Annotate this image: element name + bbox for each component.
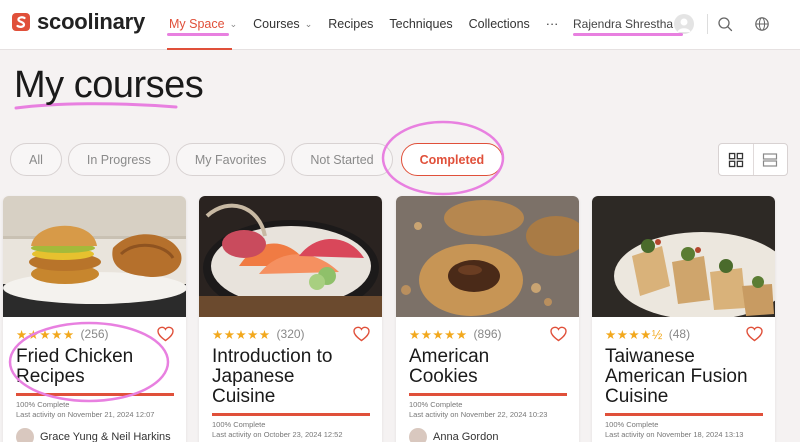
nav-techniques-label: Techniques (389, 17, 453, 31)
author-avatar (16, 428, 34, 442)
course-card[interactable]: ★★★★½ (48) Taiwanese American Fusion Cui… (592, 196, 775, 442)
last-activity: Last activity on November 21, 2024 12:07 (16, 410, 155, 419)
course-title: Introduction to Japanese Cuisine (212, 347, 370, 407)
user-avatar-icon[interactable] (674, 14, 694, 34)
list-view-button[interactable] (752, 144, 788, 175)
review-count: (896) (473, 327, 502, 341)
nav-collections[interactable]: Collections (469, 17, 530, 31)
last-activity: Last activity on November 22, 2024 10:23 (409, 410, 548, 419)
grid-view-button[interactable] (719, 144, 753, 175)
author-name: Anna Gordon (433, 431, 499, 442)
nav-my-space[interactable]: My Space ⌄ (169, 17, 237, 31)
heart-icon[interactable] (550, 326, 567, 342)
user-name[interactable]: Rajendra Shrestha (573, 17, 673, 31)
course-image (592, 196, 775, 317)
more-icon: ··· (545, 17, 559, 31)
course-author: Anna Gordon (409, 428, 567, 442)
rating-row: ★★★★½ (48) (605, 325, 763, 343)
globe-icon[interactable] (754, 16, 770, 32)
course-image (3, 196, 186, 317)
star-rating: ★★★★★ (212, 327, 271, 342)
course-title-line: American Fusion (605, 366, 748, 387)
rating-row: ★★★★★ (896) (409, 325, 567, 343)
grid-view-icon (728, 152, 743, 167)
logo-icon (12, 13, 30, 31)
progress-bar (605, 413, 763, 416)
logo-text: scoolinary (37, 9, 146, 34)
nav-courses-label: Courses (253, 17, 300, 31)
page-title: My courses (14, 64, 204, 106)
list-view-icon (763, 152, 778, 167)
course-title-line: Introduction to (212, 346, 333, 367)
filter-in-progress[interactable]: In Progress (67, 143, 170, 176)
course-card[interactable]: ★★★★★ (896) American Cookies 100% Comple… (396, 196, 579, 442)
completion-status: 100% Complete (409, 400, 463, 409)
course-author: Grace Yung & Neil Harkins (16, 428, 174, 442)
review-count: (48) (668, 327, 691, 341)
progress-bar (409, 393, 567, 396)
course-title-line: Taiwanese (605, 346, 695, 367)
author-avatar (409, 428, 427, 442)
heart-icon[interactable] (353, 326, 370, 342)
logo[interactable]: scoolinary (10, 9, 145, 35)
course-card[interactable]: ★★★★★ (320) Introduction to Japanese Cui… (199, 196, 382, 442)
nav-recipes-label: Recipes (328, 17, 374, 31)
course-image (199, 196, 382, 317)
course-title: American Cookies (409, 347, 567, 387)
filter-all[interactable]: All (10, 143, 62, 176)
nav-courses[interactable]: Courses ⌄ (253, 17, 312, 31)
card-body: ★★★★★ (320) Introduction to Japanese Cui… (212, 325, 370, 440)
annotation-underline (573, 33, 683, 36)
nav-recipes[interactable]: Recipes (328, 17, 373, 31)
last-activity: Last activity on November 18, 2024 13:13 (605, 430, 744, 439)
view-toggle (718, 143, 788, 176)
rating-row: ★★★★★ (320) (212, 325, 370, 343)
review-count: (320) (276, 327, 305, 341)
nav-my-space-label: My Space (169, 17, 225, 31)
search-icon[interactable] (717, 16, 733, 32)
last-activity: Last activity on October 23, 2024 12:52 (212, 430, 343, 439)
course-title-line: American (409, 346, 490, 367)
course-image (396, 196, 579, 317)
filter-not-started[interactable]: Not Started (291, 143, 393, 176)
course-title-line: Cookies (409, 366, 478, 387)
filter-my-favorites[interactable]: My Favorites (175, 143, 286, 176)
header-divider (707, 14, 708, 34)
card-body: ★★★★½ (48) Taiwanese American Fusion Cui… (605, 325, 763, 440)
annotation-circle (8, 321, 170, 403)
completion-status: 100% Complete (212, 420, 266, 429)
nav-collections-label: Collections (468, 17, 530, 31)
active-nav-indicator (167, 48, 232, 50)
nav-techniques[interactable]: Techniques (389, 17, 452, 31)
annotation-circle (381, 120, 505, 196)
progress-bar (212, 413, 370, 416)
course-title: Taiwanese American Fusion Cuisine (605, 347, 763, 407)
heart-icon[interactable] (746, 326, 763, 342)
card-body: ★★★★★ (896) American Cookies 100% Comple… (409, 325, 567, 442)
chevron-down-icon: ⌄ (304, 18, 313, 29)
star-rating: ★★★★★ (409, 327, 468, 342)
star-rating: ★★★★½ (605, 327, 663, 342)
author-name: Grace Yung & Neil Harkins (40, 431, 171, 442)
annotation-underline (167, 33, 229, 36)
course-title-line: Cuisine (212, 386, 276, 407)
course-title-line: Japanese (212, 366, 295, 387)
chevron-down-icon: ⌄ (229, 18, 238, 29)
course-title-line: Cuisine (605, 386, 669, 407)
completion-status: 100% Complete (605, 420, 659, 429)
main-nav: My Space ⌄ Courses ⌄ Recipes Techniques … (169, 17, 574, 31)
top-header: scoolinary My Space ⌄ Courses ⌄ Recipes … (0, 0, 800, 50)
nav-more-button[interactable]: ··· (546, 17, 559, 31)
